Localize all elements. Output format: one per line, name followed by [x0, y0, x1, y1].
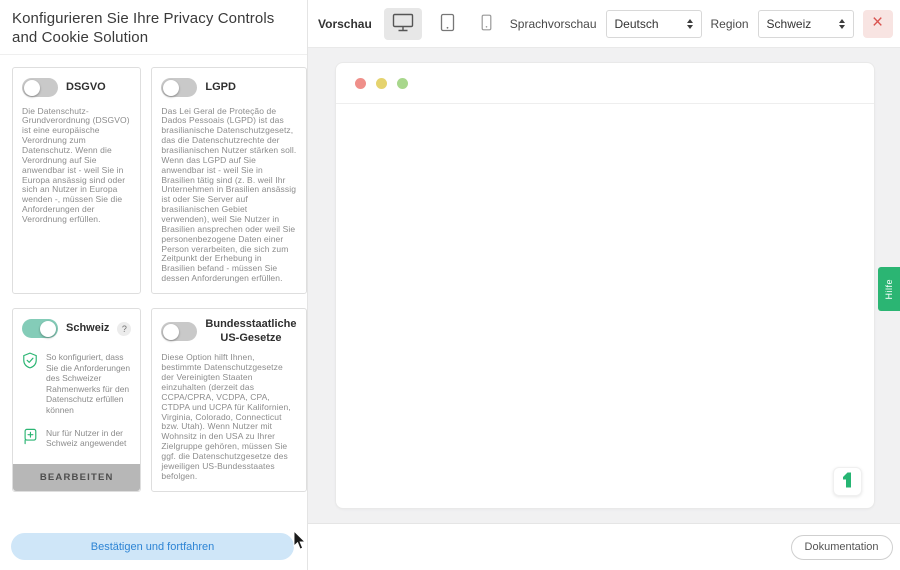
help-tab[interactable]: Hilfe — [878, 267, 900, 311]
phone-icon — [481, 14, 492, 34]
device-phone-button[interactable] — [473, 8, 500, 40]
window-dot-green — [397, 78, 408, 89]
us-toggle-row: Bundesstaatliche US-Gesetze — [161, 318, 296, 346]
schweiz-point-text: So konfiguriert, dass Sie die Anforderun… — [46, 352, 131, 416]
desktop-icon — [392, 13, 414, 35]
lgpd-label: LGPD — [205, 81, 236, 95]
swiss-flag-icon — [22, 428, 38, 450]
language-preview-label: Sprachvorschau — [510, 17, 597, 31]
updown-arrows-icon — [687, 19, 693, 29]
region-select[interactable]: Schweiz — [758, 10, 854, 38]
config-header: Konfigurieren Sie Ihre Privacy Controls … — [0, 0, 307, 55]
bearbeiten-button[interactable]: BEARBEITEN — [13, 464, 140, 491]
card-dsgvo: DSGVO Die Datenschutz-Grundverordnung (D… — [12, 67, 141, 294]
dsgvo-label: DSGVO — [66, 81, 106, 95]
schweiz-toggle-row: Schweiz ? — [22, 318, 131, 340]
iubenda-badge-button[interactable] — [833, 467, 862, 496]
window-dot-red — [355, 78, 366, 89]
preview-panel: Vorschau — [308, 0, 900, 570]
browser-mockup-toolbar — [336, 63, 874, 104]
device-desktop-button[interactable] — [384, 8, 422, 40]
updown-arrows-icon — [839, 19, 845, 29]
toggle-knob — [40, 321, 56, 337]
card-schweiz: Schweiz ? So konfiguriert, dass Sie die … — [12, 308, 141, 492]
toggle-knob — [24, 80, 40, 96]
app-window: Konfigurieren Sie Ihre Privacy Controls … — [0, 0, 900, 570]
preview-label: Vorschau — [318, 17, 372, 31]
toggle-knob — [163, 80, 179, 96]
language-select[interactable]: Deutsch — [606, 10, 702, 38]
tablet-icon — [440, 13, 455, 35]
close-icon: × — [872, 13, 883, 32]
confirm-continue-button[interactable]: Bestätigen und fortfahren — [11, 533, 294, 560]
us-toggle[interactable] — [161, 322, 197, 341]
us-label: Bundesstaatliche US-Gesetze — [205, 318, 296, 346]
documentation-button[interactable]: Dokumentation — [791, 535, 893, 560]
region-select-value: Schweiz — [767, 17, 831, 31]
language-select-value: Deutsch — [615, 17, 679, 31]
preview-topbar: Vorschau — [308, 0, 900, 48]
lgpd-toggle[interactable] — [161, 78, 197, 97]
legislation-cards: DSGVO Die Datenschutz-Grundverordnung (D… — [0, 55, 307, 492]
preview-canvas — [308, 48, 900, 523]
lgpd-toggle-row: LGPD — [161, 77, 296, 99]
browser-mockup-window — [335, 62, 875, 509]
schweiz-toggle[interactable] — [22, 319, 58, 338]
device-tablet-button[interactable] — [432, 8, 463, 40]
card-us-gesetze: Bundesstaatliche US-Gesetze Diese Option… — [151, 308, 306, 492]
schweiz-point-users: Nur für Nutzer in der Schweiz angewendet — [22, 428, 131, 450]
help-tab-label: Hilfe — [884, 279, 894, 300]
close-preview-button[interactable]: × — [863, 10, 893, 38]
page-title: Konfigurieren Sie Ihre Privacy Controls … — [12, 10, 295, 48]
dsgvo-description: Die Datenschutz-Grundverordnung (DSGVO) … — [22, 107, 131, 225]
shield-check-icon — [22, 352, 38, 416]
iubenda-logo-icon — [840, 471, 854, 492]
card-lgpd: LGPD Das Lei Geral de Proteção de Dados … — [151, 67, 306, 294]
schweiz-point-configured: So konfiguriert, dass Sie die Anforderun… — [22, 352, 131, 416]
toggle-knob — [163, 324, 179, 340]
us-description: Diese Option hilft Ihnen, bestimmte Date… — [161, 353, 296, 481]
lgpd-description: Das Lei Geral de Proteção de Dados Pesso… — [161, 107, 296, 284]
schweiz-help-badge[interactable]: ? — [117, 322, 131, 336]
topbar-right-controls: Sprachvorschau Deutsch Region Schweiz × — [510, 10, 893, 38]
schweiz-point-text: Nur für Nutzer in der Schweiz angewendet — [46, 428, 131, 450]
region-label: Region — [711, 17, 749, 31]
dsgvo-toggle[interactable] — [22, 78, 58, 97]
schweiz-label: Schweiz — [66, 322, 109, 336]
config-panel: Konfigurieren Sie Ihre Privacy Controls … — [0, 0, 308, 570]
window-dot-yellow — [376, 78, 387, 89]
preview-footer: Dokumentation — [308, 523, 900, 570]
dsgvo-toggle-row: DSGVO — [22, 77, 131, 99]
